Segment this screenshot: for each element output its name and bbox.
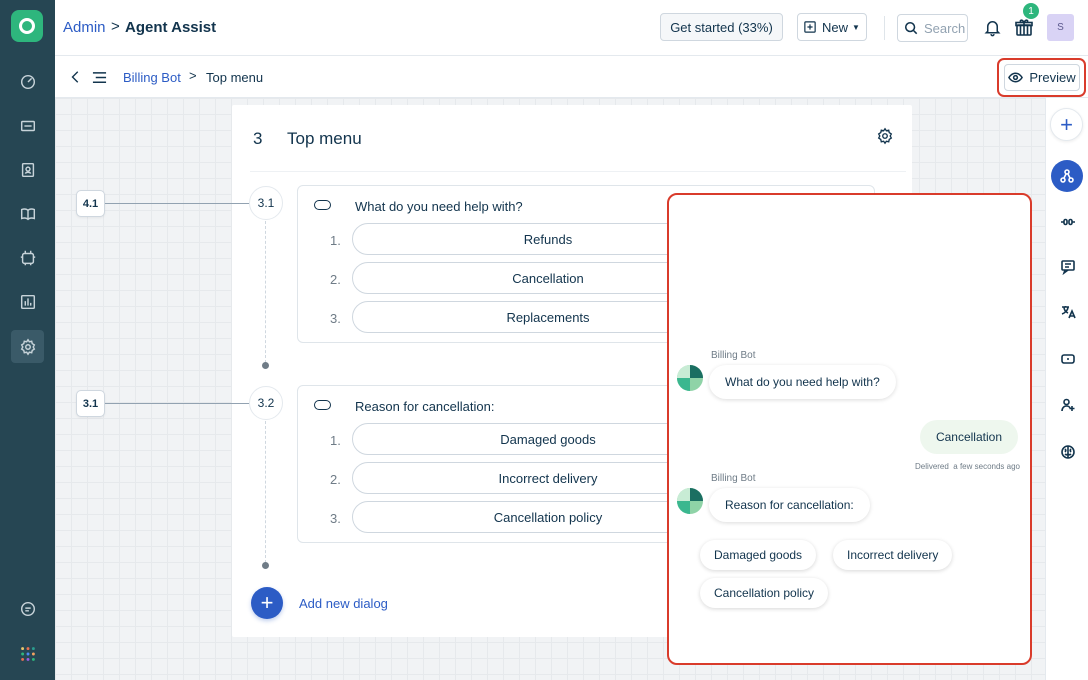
top-bar: Admin > Agent Assist Get started (33%) N… bbox=[55, 0, 1088, 56]
bot-message: Reason for cancellation: bbox=[709, 488, 870, 522]
sub-bar: Billing Bot > Top menu bbox=[55, 56, 1088, 98]
divider bbox=[250, 171, 906, 172]
message-icon[interactable] bbox=[1051, 250, 1085, 284]
bot-sender-name: Billing Bot bbox=[711, 473, 756, 484]
breadcrumb-bot[interactable]: Billing Bot bbox=[123, 70, 181, 85]
preview-label: Preview bbox=[1029, 70, 1076, 85]
back-chevron-icon[interactable] bbox=[67, 68, 85, 86]
bot-avatar-icon bbox=[677, 365, 703, 391]
search-placeholder: Search bbox=[924, 20, 966, 36]
quick-reply-button[interactable]: Incorrect delivery bbox=[833, 540, 953, 570]
search-icon bbox=[904, 21, 918, 35]
add-icon[interactable]: + bbox=[1050, 108, 1083, 141]
option-number: 2. bbox=[330, 472, 341, 487]
option-number: 3. bbox=[330, 311, 341, 326]
flow-icon[interactable] bbox=[1051, 160, 1083, 192]
delivery-time: a few seconds ago bbox=[953, 462, 1020, 471]
bot-message: What do you need help with? bbox=[709, 365, 896, 399]
add-dialog-label[interactable]: Add new dialog bbox=[299, 596, 388, 611]
app-logo-icon[interactable] bbox=[11, 10, 43, 42]
menu-list-icon[interactable] bbox=[90, 68, 108, 86]
chat-preview-panel: Billing Bot What do you need help with? … bbox=[667, 193, 1032, 665]
translate-icon[interactable] bbox=[1051, 295, 1085, 329]
left-nav bbox=[0, 0, 55, 680]
bot-sender-name: Billing Bot bbox=[711, 350, 756, 361]
variables-icon[interactable] bbox=[1051, 205, 1085, 239]
dialog-question: Reason for cancellation: bbox=[355, 399, 495, 414]
ai-brain-icon[interactable] bbox=[1051, 435, 1085, 469]
quick-reply-button[interactable]: Damaged goods bbox=[700, 540, 817, 570]
add-dialog-button[interactable]: + bbox=[251, 587, 283, 619]
connector-line bbox=[105, 203, 250, 204]
dialog-id-badge[interactable]: 3.1 bbox=[249, 186, 283, 220]
option-number: 1. bbox=[330, 433, 341, 448]
quick-reply-type-icon bbox=[314, 400, 331, 410]
dialog-question: What do you need help with? bbox=[355, 199, 523, 214]
quick-reply-button[interactable]: Cancellation policy bbox=[700, 578, 829, 608]
tickets-icon[interactable] bbox=[11, 109, 44, 142]
admin-settings-icon[interactable] bbox=[11, 330, 44, 363]
right-toolbar: + bbox=[1045, 98, 1088, 680]
divider bbox=[884, 16, 885, 40]
gift-badge: 1 bbox=[1023, 3, 1039, 19]
dashboard-icon[interactable] bbox=[11, 65, 44, 98]
get-started-button[interactable]: Get started (33%) bbox=[660, 13, 783, 41]
quick-reply-type-icon bbox=[314, 200, 331, 210]
option-number: 3. bbox=[330, 511, 341, 526]
dashed-connector bbox=[265, 421, 266, 563]
eye-icon bbox=[1008, 72, 1024, 83]
knowledge-base-icon[interactable] bbox=[11, 197, 44, 230]
option-number: 2. bbox=[330, 272, 341, 287]
delivery-status: Delivered a few seconds ago bbox=[915, 462, 1020, 471]
breadcrumb-chevron-icon: > bbox=[189, 68, 197, 83]
get-started-label: Get started (33%) bbox=[670, 19, 773, 35]
user-message: Cancellation bbox=[919, 420, 1018, 454]
chevron-down-icon: ▼ bbox=[852, 22, 860, 32]
avatar[interactable]: S bbox=[1047, 14, 1074, 41]
connector-dot bbox=[262, 362, 269, 369]
bots-icon[interactable] bbox=[11, 241, 44, 274]
dialog-id-badge[interactable]: 3.2 bbox=[249, 386, 283, 420]
breadcrumb-admin[interactable]: Admin bbox=[63, 19, 106, 36]
option-number: 1. bbox=[330, 233, 341, 248]
dashed-connector bbox=[265, 221, 266, 363]
incoming-tag[interactable]: 4.1 bbox=[76, 190, 105, 217]
incoming-tag[interactable]: 3.1 bbox=[76, 390, 105, 417]
flow-title: Top menu bbox=[287, 129, 362, 148]
new-button[interactable]: New ▼ bbox=[797, 13, 867, 41]
widget-icon[interactable] bbox=[1051, 342, 1085, 376]
page-title: Agent Assist bbox=[125, 19, 217, 36]
bot-avatar-icon bbox=[677, 488, 703, 514]
search-input[interactable]: Search bbox=[897, 14, 968, 42]
reports-icon[interactable] bbox=[11, 285, 44, 318]
connector-line bbox=[105, 403, 250, 404]
handover-icon[interactable] bbox=[1051, 388, 1085, 422]
connector-dot bbox=[262, 562, 269, 569]
new-label: New bbox=[822, 19, 849, 35]
new-plus-icon bbox=[804, 21, 816, 33]
notifications-bell-icon[interactable] bbox=[981, 16, 1003, 38]
chat-icon[interactable] bbox=[11, 592, 44, 625]
apps-grid-icon[interactable] bbox=[11, 637, 44, 670]
breadcrumb-chevron-icon: > bbox=[111, 18, 120, 35]
step-number: 3 bbox=[253, 129, 263, 148]
breadcrumb-current: Top menu bbox=[206, 70, 264, 85]
settings-gear-icon[interactable] bbox=[876, 127, 894, 145]
delivery-status-text: Delivered bbox=[915, 462, 949, 471]
preview-button[interactable]: Preview bbox=[1004, 64, 1080, 91]
contacts-icon[interactable] bbox=[11, 153, 44, 186]
